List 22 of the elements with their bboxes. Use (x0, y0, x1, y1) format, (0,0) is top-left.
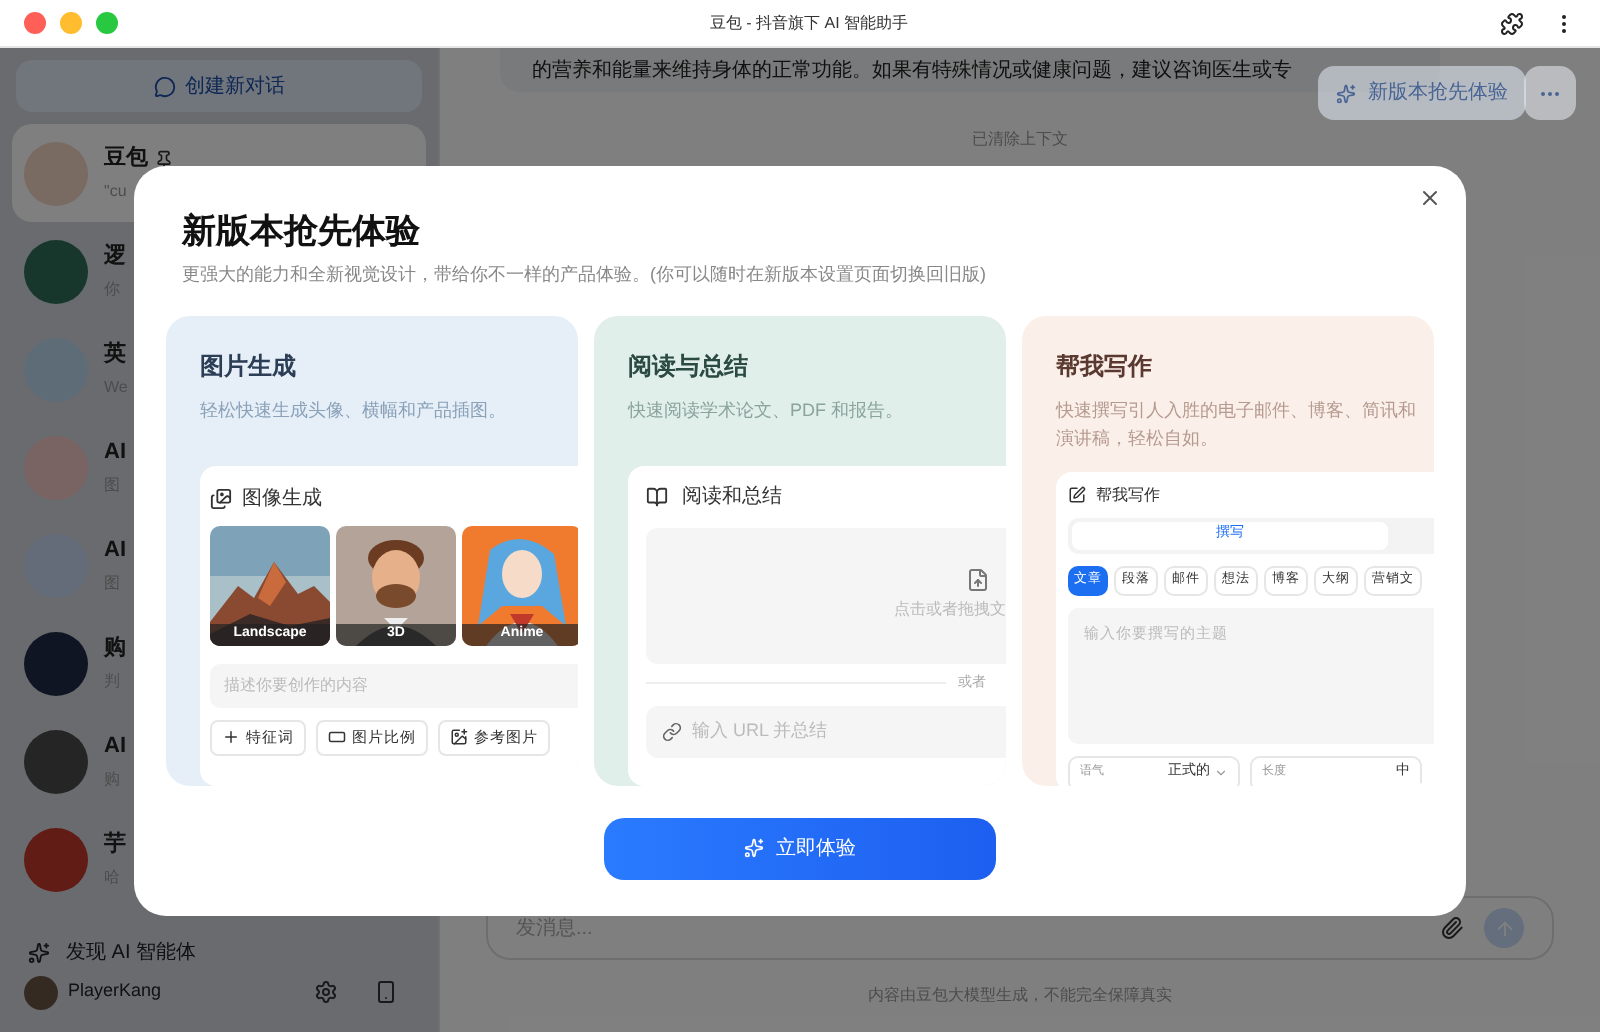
chat-name: AI (104, 536, 126, 567)
window-title: 豆包 - 抖音旗下 AI 智能助手 (707, 11, 911, 35)
message-text: 的营养和能量来维持身体的正常功能。如果有特殊情况或健康问题，建议咨询医生或专 (532, 57, 1292, 85)
card-title: 帮我写作 (1056, 349, 1154, 383)
chat-name: 逻 (104, 241, 126, 273)
panel-title: 帮我写作 (1096, 483, 1160, 507)
chat-name: 芋 (104, 829, 126, 861)
card-description: 快速撰写引人入胜的电子邮件、博客、简讯和演讲稿，轻松自如。 (1056, 397, 1418, 451)
chat-name: AI (104, 438, 126, 469)
chat-name: 英 (104, 339, 126, 371)
card-description: 快速阅读学术论文、PDF 和报告。 (628, 397, 906, 423)
panel-title: 阅读和总结 (682, 483, 782, 512)
chat-name: AI (104, 732, 126, 763)
chat-name: 购 (104, 634, 126, 665)
panel-title: 图像生成 (242, 485, 322, 514)
card-description: 轻松快速生成头像、横幅和产品插图。 (200, 397, 508, 423)
modal-subtitle: 更强大的能力和全新视觉设计，带给你不一样的产品体验。(你可以随时在新版本设置页面切换回旧版) (182, 262, 988, 288)
chat-name: 豆包 (104, 144, 148, 175)
card-title: 阅读与总结 (628, 349, 750, 383)
drop-hint: 点击或者拖拽文 (894, 598, 1006, 622)
user-name: PlayerKang (68, 978, 162, 1005)
card-title: 图片生成 (200, 349, 298, 383)
